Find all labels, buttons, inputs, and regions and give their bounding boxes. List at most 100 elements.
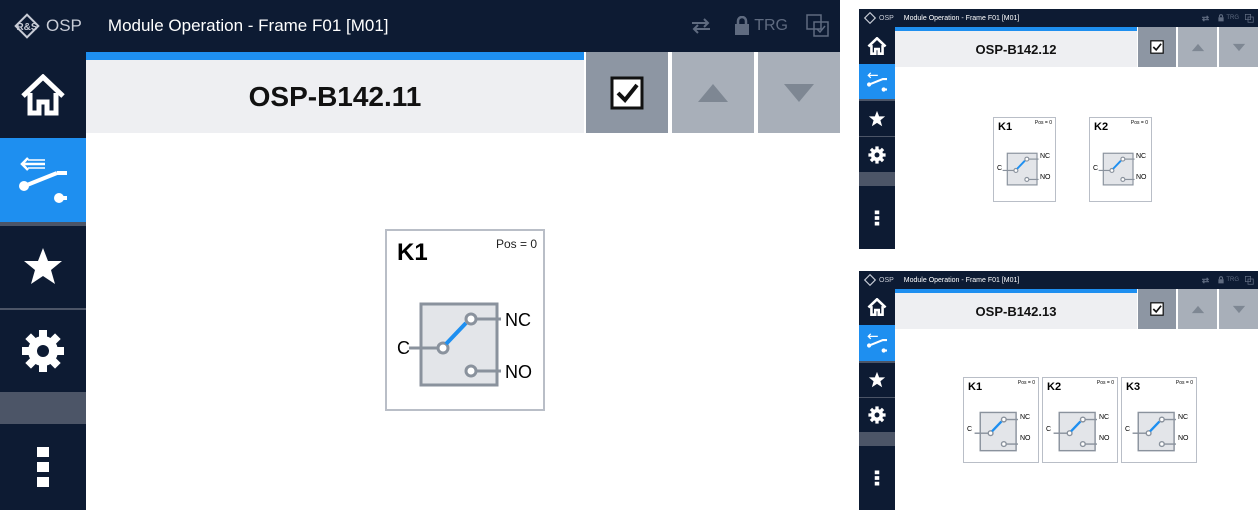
title-bar: OSP Module Operation - Frame F01 [M01] T… <box>859 271 1258 289</box>
sidebar-item-module-operation[interactable] <box>859 325 895 361</box>
module-name-header: OSP-B142.12 <box>895 31 1137 67</box>
arrow-up-icon <box>1191 43 1204 51</box>
gear-icon <box>22 330 64 372</box>
titlebar-status: TRG <box>690 0 840 52</box>
sidebar <box>0 52 86 510</box>
module-operation-window-b142-12: OSP Module Operation - Frame F01 [M01] T… <box>859 9 1258 249</box>
terminal-nc-label: NC <box>1178 414 1189 421</box>
select-button[interactable] <box>586 52 668 133</box>
terminal-nc-label: NC <box>505 310 531 330</box>
arrow-up-icon <box>1191 305 1204 313</box>
scroll-down-button[interactable] <box>758 52 840 133</box>
switch-card-k1[interactable]: K1 Pos = 0 C NC NO <box>993 117 1056 202</box>
terminal-nc-label: NC <box>1136 153 1147 160</box>
sidebar-spacer <box>0 392 86 424</box>
sidebar-item-home[interactable] <box>0 52 86 138</box>
sidebar-item-favorites[interactable] <box>859 101 895 136</box>
sidebar-item-favorites[interactable] <box>0 226 86 308</box>
sidebar-item-settings[interactable] <box>0 310 86 392</box>
scroll-up-button[interactable] <box>1178 289 1217 329</box>
transfer-arrows-icon[interactable] <box>1201 14 1210 22</box>
sidebar-item-module-operation[interactable] <box>0 138 86 222</box>
sidebar <box>859 289 895 510</box>
switch-card-k1[interactable]: K1 Pos = 0 C NC NO <box>385 229 545 411</box>
switch-card-k1[interactable]: K1 Pos = 0 C NC NO <box>963 377 1039 463</box>
home-icon <box>867 298 887 316</box>
switch-card-k3[interactable]: K3 Pos = 0 C NC NO <box>1121 377 1197 463</box>
switch-icon <box>19 157 67 203</box>
sidebar-item-more[interactable] <box>859 186 895 249</box>
switch-icon <box>867 333 887 353</box>
sidebar-item-more[interactable] <box>0 424 86 510</box>
trg-label[interactable]: TRG <box>1226 15 1239 21</box>
sidebar-item-module-operation[interactable] <box>859 64 895 99</box>
arrow-down-icon <box>1232 305 1245 313</box>
lock-icon[interactable] <box>1218 276 1224 284</box>
scroll-up-button[interactable] <box>672 52 754 133</box>
checkbox-icon <box>610 76 644 109</box>
logo-text: OSP <box>879 14 894 22</box>
sidebar-item-home[interactable] <box>859 289 895 325</box>
module-operation-window-main: R&S OSP Module Operation - Frame F01 [M0… <box>0 0 840 510</box>
scroll-down-button[interactable] <box>1219 289 1258 329</box>
module-name-header: OSP-B142.13 <box>895 293 1137 329</box>
title-bar: OSP Module Operation - Frame F01 [M01] T… <box>859 9 1258 27</box>
window-overlay-icon[interactable] <box>1245 275 1254 285</box>
window-title: Module Operation - Frame F01 [M01] <box>903 14 1020 22</box>
home-icon <box>867 36 887 55</box>
logo-text: OSP <box>46 16 82 35</box>
rs-diamond-icon: R&S <box>14 13 40 39</box>
rs-logo: OSP <box>863 273 894 287</box>
terminal-no-label: NO <box>1020 435 1031 442</box>
titlebar-status: TRG <box>1201 271 1258 289</box>
sidebar-spacer <box>859 432 895 446</box>
terminal-no-label: NO <box>1178 435 1189 442</box>
sidebar <box>859 27 895 249</box>
module-operation-window-b142-13: OSP Module Operation - Frame F01 [M01] T… <box>859 271 1258 510</box>
lock-icon[interactable] <box>734 16 750 36</box>
window-overlay-icon[interactable] <box>1245 13 1254 23</box>
select-button[interactable] <box>1138 289 1176 329</box>
window-title: Module Operation - Frame F01 [M01] <box>903 276 1020 284</box>
terminal-no-label: NO <box>505 362 532 382</box>
rs-logo: OSP <box>863 11 894 25</box>
switch-card-k2[interactable]: K2 Pos = 0 C NC NO <box>1042 377 1118 463</box>
sidebar-item-more[interactable] <box>859 446 895 510</box>
sidebar-item-home[interactable] <box>859 27 895 64</box>
transfer-arrows-icon[interactable] <box>690 17 712 35</box>
terminal-c-label: C <box>1093 165 1099 172</box>
module-name-header: OSP-B142.11 <box>86 60 584 133</box>
arrow-up-icon <box>698 83 728 102</box>
svg-text:R&S: R&S <box>16 22 37 33</box>
window-overlay-icon[interactable] <box>806 14 830 38</box>
terminal-c-label: C <box>997 165 1003 172</box>
terminal-nc-label: NC <box>1020 414 1031 421</box>
sidebar-item-settings[interactable] <box>859 398 895 432</box>
arrow-down-icon <box>1232 43 1245 51</box>
terminal-nc-label: NC <box>1099 414 1110 421</box>
star-icon <box>24 248 62 284</box>
lock-icon[interactable] <box>1218 14 1224 22</box>
star-icon <box>868 110 886 126</box>
more-vertical-icon <box>37 447 49 487</box>
sidebar-item-settings[interactable] <box>859 137 895 172</box>
terminal-c-label: C <box>1125 426 1131 433</box>
window-title: Module Operation - Frame F01 [M01] <box>107 16 389 35</box>
terminal-no-label: NO <box>1136 174 1147 181</box>
star-icon <box>868 371 886 388</box>
arrow-down-icon <box>784 83 814 102</box>
checkbox-icon <box>1150 40 1164 54</box>
gear-icon <box>868 145 886 164</box>
trg-label[interactable]: TRG <box>754 17 788 35</box>
terminal-c-label: C <box>967 426 973 433</box>
scroll-up-button[interactable] <box>1178 27 1217 67</box>
switch-card-k2[interactable]: K2 Pos = 0 C NC NO <box>1089 117 1152 202</box>
sidebar-item-favorites[interactable] <box>859 363 895 397</box>
logo-text: OSP <box>879 276 894 284</box>
transfer-arrows-icon[interactable] <box>1201 276 1210 284</box>
checkbox-icon <box>1150 302 1164 316</box>
trg-label[interactable]: TRG <box>1226 277 1239 283</box>
scroll-down-button[interactable] <box>1219 27 1258 67</box>
select-button[interactable] <box>1138 27 1176 67</box>
terminal-no-label: NO <box>1040 174 1051 181</box>
